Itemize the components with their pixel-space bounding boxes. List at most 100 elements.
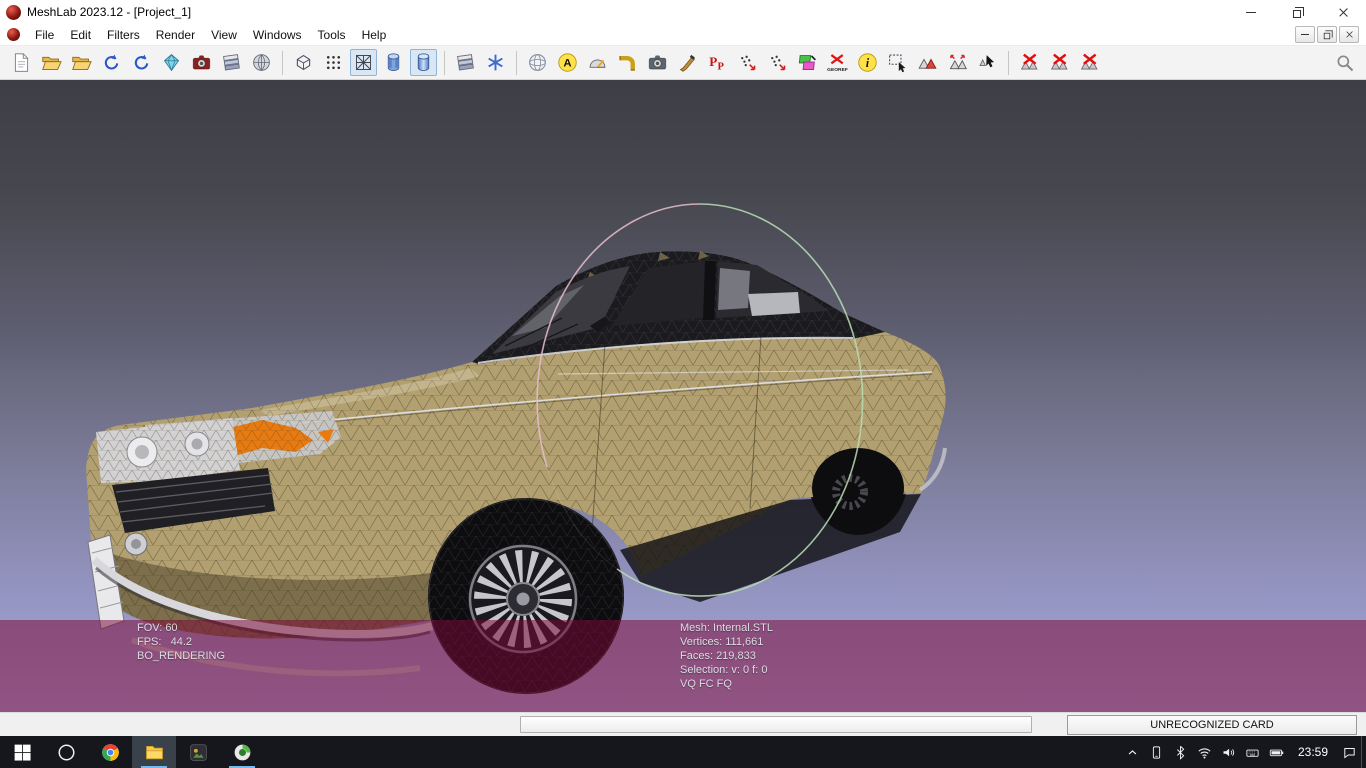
toolbar-separator [282,51,283,75]
globe-icon [251,52,272,73]
menu-windows[interactable]: Windows [245,25,310,45]
selrect-icon [887,52,908,73]
hud-right-line-0: Mesh: Internal.STL [680,621,773,635]
circle-a-icon [557,52,578,73]
open-project-button[interactable] [38,49,65,76]
delete-selected-faces-button[interactable] [1016,49,1043,76]
toolbar-separator [444,51,445,75]
menu-help[interactable]: Help [354,25,395,45]
file-explorer-icon [144,742,165,763]
taskbar: 23:59 [0,736,1366,768]
tray-chevron-up-icon[interactable] [1121,736,1145,768]
tray-battery-icon[interactable] [1265,736,1289,768]
menu-edit[interactable]: Edit [62,25,99,45]
tray-wifi-icon[interactable] [1193,736,1217,768]
select-vertices-button[interactable] [884,49,911,76]
restore-button[interactable] [1274,0,1320,24]
menu-tools[interactable]: Tools [310,25,354,45]
select-face-mode-button[interactable] [974,49,1001,76]
render-smooth-button[interactable] [410,49,437,76]
taskbar-browser-secondary[interactable] [220,736,264,768]
z-painting-button[interactable] [674,49,701,76]
menu-file[interactable]: File [27,25,62,45]
reload-icon [131,52,152,73]
menu-render[interactable]: Render [148,25,203,45]
action-center-icon [1342,745,1357,760]
delete-faces-vertices-button[interactable] [1076,49,1103,76]
doc-icon [11,52,32,73]
show-trackball-button[interactable] [524,49,551,76]
tray-bluetooth-icon[interactable] [1169,736,1193,768]
show-desktop-button[interactable] [1361,736,1366,768]
chevron-up-icon [1125,745,1140,760]
pick-points-button[interactable] [704,49,731,76]
reload-all-button[interactable] [98,49,125,76]
select-vertex-cluster-button[interactable] [734,49,761,76]
select-connected-button[interactable] [944,49,971,76]
copy-viewpoint-button[interactable] [644,49,671,76]
cyl-flat-icon [383,52,404,73]
georeference-button[interactable] [824,49,851,76]
meshlab-window: MeshLab 2023.12 - [Project_1] FileEditFi… [0,0,1366,768]
window-title: MeshLab 2023.12 - [Project_1] [27,5,191,19]
layer-info-button[interactable] [854,49,881,76]
menu-view[interactable]: View [203,25,245,45]
toolbar [0,46,1366,80]
tray-phone-icon[interactable] [1145,736,1169,768]
3d-viewport[interactable]: FOV: 60FPS: 44.2BO_RENDERING Mesh: Inter… [0,80,1366,712]
tray-keyboard-icon[interactable] [1241,736,1265,768]
toolbar-buttons [8,49,1106,76]
taskbar-image-app[interactable] [176,736,220,768]
minimize-icon [1246,12,1256,13]
taskbar-search[interactable] [44,736,88,768]
pp-icon [707,52,728,73]
measure-tool-button[interactable] [584,49,611,76]
georef-icon [827,52,848,73]
render-bbox-button[interactable] [290,49,317,76]
action-center-button[interactable] [1337,736,1361,768]
reload-current-button[interactable] [128,49,155,76]
align-tool-button[interactable] [794,49,821,76]
move-vertex-button[interactable] [764,49,791,76]
show-raster-dialog-button[interactable] [248,49,275,76]
hud-left-line-1: FPS: 44.2 [137,635,225,649]
minimize-button[interactable] [1228,0,1274,24]
mdi-restore-button[interactable] [1317,26,1337,43]
taskbar-clock[interactable]: 23:59 [1289,745,1337,759]
hud-left-line-2: BO_RENDERING [137,649,225,663]
restore-icon [1293,10,1301,18]
point-probe-button[interactable] [614,49,641,76]
del-icon [1079,52,1100,73]
taskbar-chrome[interactable] [88,736,132,768]
tray-icons [1121,736,1289,768]
import-mesh-button[interactable] [68,49,95,76]
search-filter-button[interactable] [1331,49,1358,76]
select-faces-button[interactable] [914,49,941,76]
tray-volume-icon[interactable] [1217,736,1241,768]
render-wireframe-button[interactable] [350,49,377,76]
show-textures-button[interactable] [452,49,479,76]
save-icon [161,52,182,73]
mdi-close-button[interactable] [1339,26,1359,43]
render-flat-button[interactable] [380,49,407,76]
new-empty-project-button[interactable] [8,49,35,76]
mdi-minimize-button[interactable] [1295,26,1315,43]
close-icon [1338,7,1349,18]
start-button[interactable] [0,736,44,768]
del-icon [1019,52,1040,73]
show-axis-button[interactable] [554,49,581,76]
render-points-button[interactable] [320,49,347,76]
chrome-icon [100,742,121,763]
gpu-card-button[interactable]: UNRECOGNIZED CARD [1067,715,1357,735]
globe-light-icon [527,52,548,73]
save-snapshot-button[interactable] [188,49,215,76]
taskbar-file-explorer[interactable] [132,736,176,768]
show-layer-dialog-button[interactable] [218,49,245,76]
menu-filters[interactable]: Filters [99,25,148,45]
close-button[interactable] [1320,0,1366,24]
render-decorators-button[interactable] [482,49,509,76]
meshlab-logo-icon [6,5,21,20]
cube-icon [293,52,314,73]
delete-selected-vertices-button[interactable] [1046,49,1073,76]
export-mesh-button[interactable] [158,49,185,76]
